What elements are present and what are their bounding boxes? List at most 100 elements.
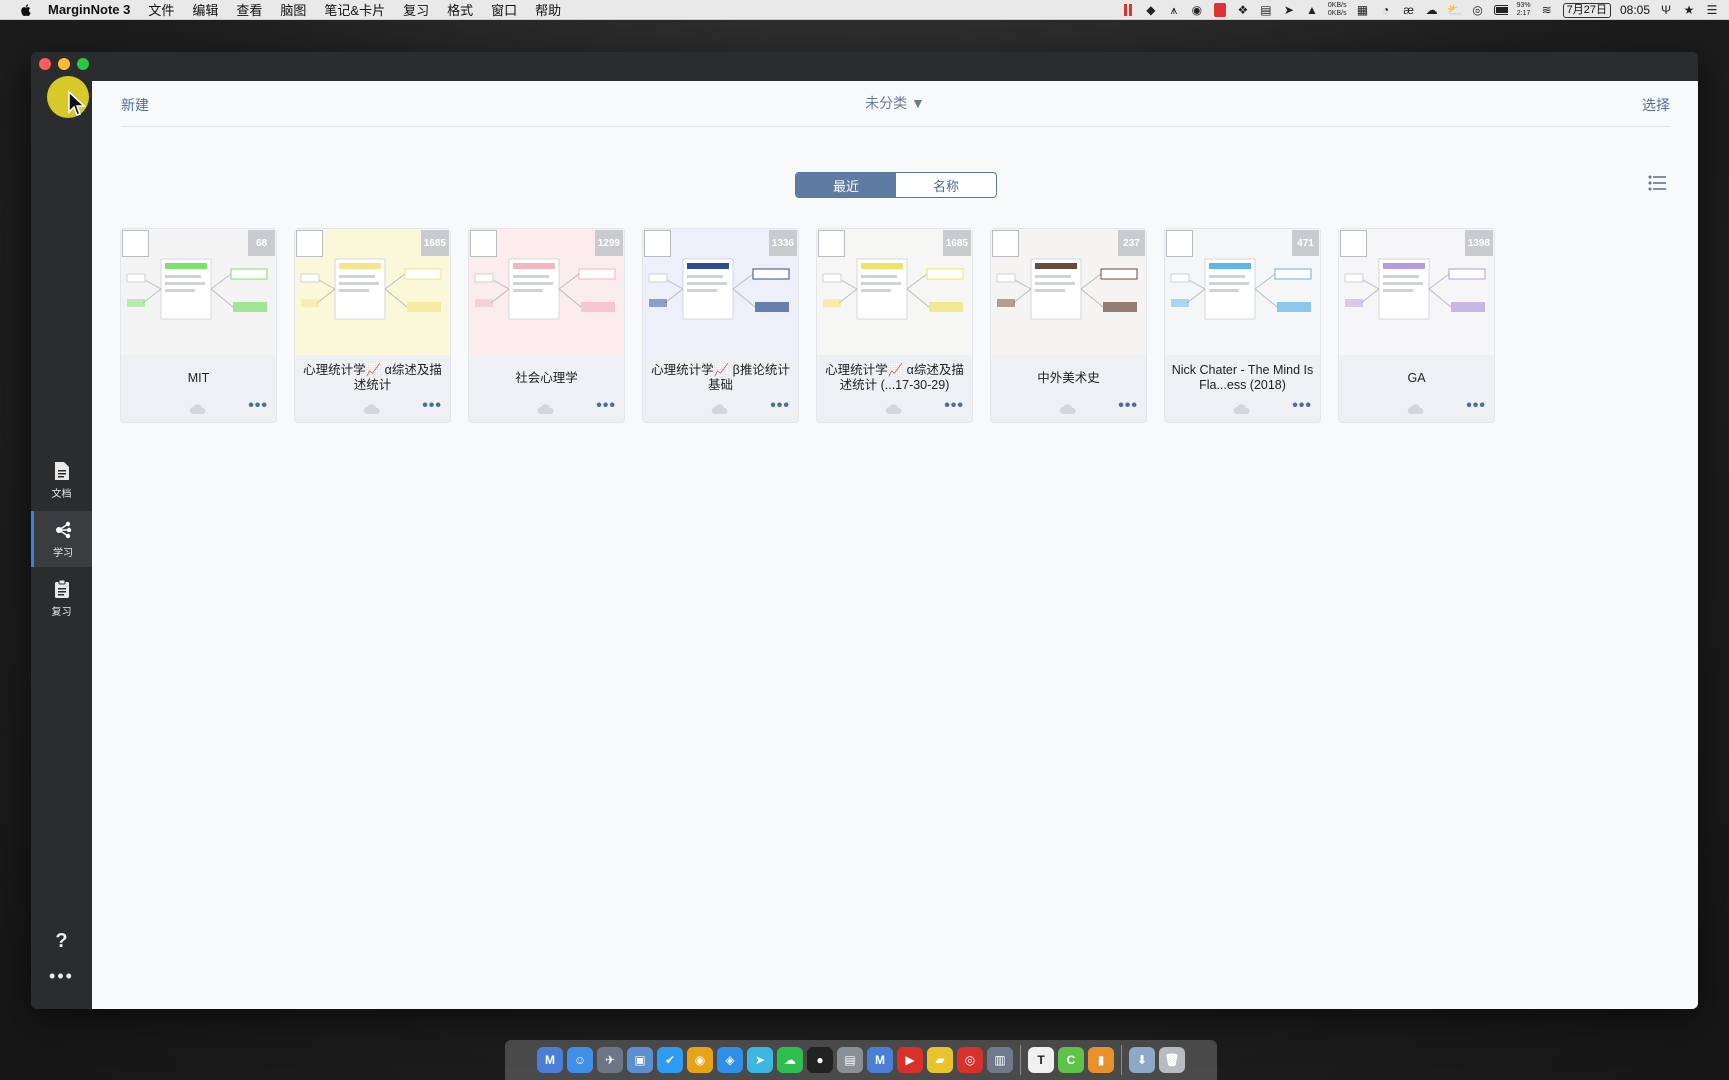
apple-icon[interactable] bbox=[18, 2, 34, 18]
notebook-card[interactable]: 1685 心理统计学📈 α综述及描述统计 ••• bbox=[295, 229, 450, 422]
menu-window[interactable]: 窗口 bbox=[491, 0, 517, 19]
send-icon[interactable]: ➤ bbox=[1282, 3, 1296, 17]
launchpad-dock-icon[interactable]: ✈ bbox=[597, 1047, 623, 1073]
cat-icon[interactable]: ▲ bbox=[1305, 3, 1319, 17]
document-thumbnail[interactable] bbox=[818, 230, 845, 257]
notebook-card[interactable]: 1336 心理统计学📈 β推论统计基础 ••• bbox=[643, 229, 798, 422]
sidebar-more-button[interactable]: ••• bbox=[31, 966, 92, 987]
document-thumbnail[interactable] bbox=[296, 230, 323, 257]
sort-tab-recent[interactable]: 最近 bbox=[796, 173, 896, 197]
record-icon[interactable] bbox=[1213, 3, 1227, 17]
sidebar-item-label: 学习 bbox=[53, 547, 73, 559]
menu-mindmap[interactable]: 脑图 bbox=[280, 0, 306, 19]
menu-notes-cards[interactable]: 笔记&卡片 bbox=[324, 0, 385, 19]
mic-icon[interactable]: ⩚ bbox=[1167, 3, 1181, 17]
list-view-icon[interactable] bbox=[1648, 175, 1666, 191]
monitor-dock-icon[interactable]: ▥ bbox=[987, 1047, 1013, 1073]
card-more-button[interactable]: ••• bbox=[770, 397, 790, 415]
notebook-card[interactable]: 1685 心理统计学📈 α综述及描述统计 (...17-30-29) ••• bbox=[817, 229, 972, 422]
keynote-dock-icon[interactable]: ▰ bbox=[927, 1047, 953, 1073]
clipboard-status-icon[interactable]: ▤ bbox=[1259, 3, 1273, 17]
weather-icon[interactable]: ⛅ bbox=[1447, 3, 1462, 17]
finder-dock-icon[interactable]: ☺ bbox=[567, 1047, 593, 1073]
card-more-button[interactable]: ••• bbox=[1292, 397, 1312, 415]
maximize-window-button[interactable] bbox=[77, 58, 89, 70]
pdf-dock-icon[interactable]: ▶ bbox=[897, 1047, 923, 1073]
star-icon[interactable]: ★ bbox=[1682, 3, 1696, 17]
trash-dock-icon[interactable]: 🗑 bbox=[1159, 1047, 1185, 1073]
menu-review[interactable]: 复习 bbox=[403, 0, 429, 19]
category-dropdown-label[interactable]: 未分类 ▼ bbox=[865, 95, 925, 111]
menu-help[interactable]: 帮助 bbox=[535, 0, 561, 19]
dropbox-icon[interactable]: ❖ bbox=[1236, 3, 1250, 17]
cloud-status-icon[interactable]: ☁ bbox=[1425, 3, 1439, 17]
document-thumbnail[interactable] bbox=[644, 230, 671, 257]
sort-tab-name[interactable]: 名称 bbox=[896, 173, 996, 197]
preview-dock-icon[interactable]: ▣ bbox=[627, 1047, 653, 1073]
card-count-badge: 1685 bbox=[942, 230, 971, 256]
cot-dock-icon[interactable]: C bbox=[1058, 1047, 1084, 1073]
close-window-button[interactable] bbox=[39, 58, 51, 70]
battery-icon[interactable] bbox=[1493, 3, 1508, 17]
printer-dock-icon[interactable]: ▤ bbox=[837, 1047, 863, 1073]
notebook-card[interactable]: 68 MIT ••• bbox=[121, 229, 276, 422]
timer-icon[interactable]: ◔ bbox=[1379, 3, 1393, 17]
sidebar-item-documents[interactable]: 文档 bbox=[31, 452, 92, 508]
chrome-dock-icon[interactable]: ◉ bbox=[687, 1047, 713, 1073]
netease-music-dock-icon[interactable]: ◎ bbox=[957, 1047, 983, 1073]
notebook-card[interactable]: 1299 社会心理学 ••• bbox=[469, 229, 624, 422]
card-count-badge: 237 bbox=[1118, 230, 1145, 256]
wechat-dock-icon[interactable]: ☁ bbox=[777, 1047, 803, 1073]
card-more-button[interactable]: ••• bbox=[944, 397, 964, 415]
dock-separator bbox=[1121, 1045, 1122, 1075]
document-thumbnail[interactable] bbox=[1166, 230, 1193, 257]
qq-dock-icon[interactable]: ● bbox=[807, 1047, 833, 1073]
document-thumbnail[interactable] bbox=[470, 230, 497, 257]
document-thumbnail[interactable] bbox=[1340, 230, 1367, 257]
marginnote-dock-icon[interactable]: M bbox=[537, 1047, 563, 1073]
document-thumbnail[interactable] bbox=[992, 230, 1019, 257]
dock: M ☺ ✈ ▣ ✔ ◉ ◈ ➤ ☁ ● ▤ M ▶ ▰ ◎ ▥ T C ▮ ⬇ … bbox=[505, 1040, 1217, 1080]
typora-dock-icon[interactable]: T bbox=[1028, 1047, 1054, 1073]
select-button[interactable]: 选择 bbox=[1642, 95, 1670, 115]
notebook-title: 心理统计学📈 α综述及描述统计 bbox=[303, 363, 442, 392]
menu-format[interactable]: 格式 bbox=[447, 0, 473, 19]
category-dropdown: 未分类 ▼ bbox=[92, 93, 1698, 113]
pause-icon[interactable] bbox=[1121, 3, 1135, 17]
app-name-menu[interactable]: MarginNote 3 bbox=[48, 2, 130, 17]
antenna-icon[interactable]: Ψ bbox=[1659, 3, 1673, 17]
sidebar-item-review[interactable]: 复习 bbox=[31, 570, 92, 626]
wifi-icon[interactable]: ≋ bbox=[1540, 3, 1554, 17]
date-display[interactable]: 7月27日 bbox=[1562, 2, 1611, 18]
card-more-button[interactable]: ••• bbox=[248, 397, 268, 415]
top-bar: 新建 未分类 ▼ 选择 bbox=[92, 81, 1698, 126]
notebook-card[interactable]: 237 中外美术史 ••• bbox=[991, 229, 1146, 422]
card-more-button[interactable]: ••• bbox=[1466, 397, 1486, 415]
tasks-dock-icon[interactable]: ✔ bbox=[657, 1047, 683, 1073]
card-more-button[interactable]: ••• bbox=[422, 397, 442, 415]
clock[interactable]: 08:05 bbox=[1620, 3, 1650, 17]
telegram-dock-icon[interactable]: ➤ bbox=[747, 1047, 773, 1073]
notebook-card[interactable]: 471 Nick Chater - The Mind Is Fla...ess (… bbox=[1165, 229, 1320, 422]
minimize-window-button[interactable] bbox=[58, 58, 70, 70]
diamond-icon[interactable]: ◆ bbox=[1144, 3, 1158, 17]
battery-time: 2:17 bbox=[1516, 10, 1531, 17]
eye-icon[interactable]: ◎ bbox=[1471, 3, 1485, 17]
document-thumbnail[interactable] bbox=[122, 230, 149, 257]
safari-dock-icon[interactable]: ◈ bbox=[717, 1047, 743, 1073]
grid-icon[interactable]: ▦ bbox=[1356, 3, 1370, 17]
marginnote-alt-dock-icon[interactable]: M bbox=[867, 1047, 893, 1073]
menu-file[interactable]: 文件 bbox=[148, 0, 174, 19]
menu-edit[interactable]: 编辑 bbox=[192, 0, 218, 19]
downloads-dock-icon[interactable]: ⬇ bbox=[1129, 1047, 1155, 1073]
sidebar-item-study[interactable]: 学习 bbox=[31, 511, 92, 567]
books-dock-icon[interactable]: ▮ bbox=[1088, 1047, 1114, 1073]
menu-view[interactable]: 查看 bbox=[236, 0, 262, 19]
ae-icon[interactable]: æ bbox=[1402, 3, 1416, 17]
list-menu-icon[interactable]: ☰ bbox=[1705, 3, 1719, 17]
card-more-button[interactable]: ••• bbox=[596, 397, 616, 415]
card-more-button[interactable]: ••• bbox=[1118, 397, 1138, 415]
notebook-card[interactable]: 1398 GA ••• bbox=[1339, 229, 1494, 422]
sync-icon[interactable]: ◉ bbox=[1190, 3, 1204, 17]
help-button[interactable]: ? bbox=[31, 930, 92, 953]
